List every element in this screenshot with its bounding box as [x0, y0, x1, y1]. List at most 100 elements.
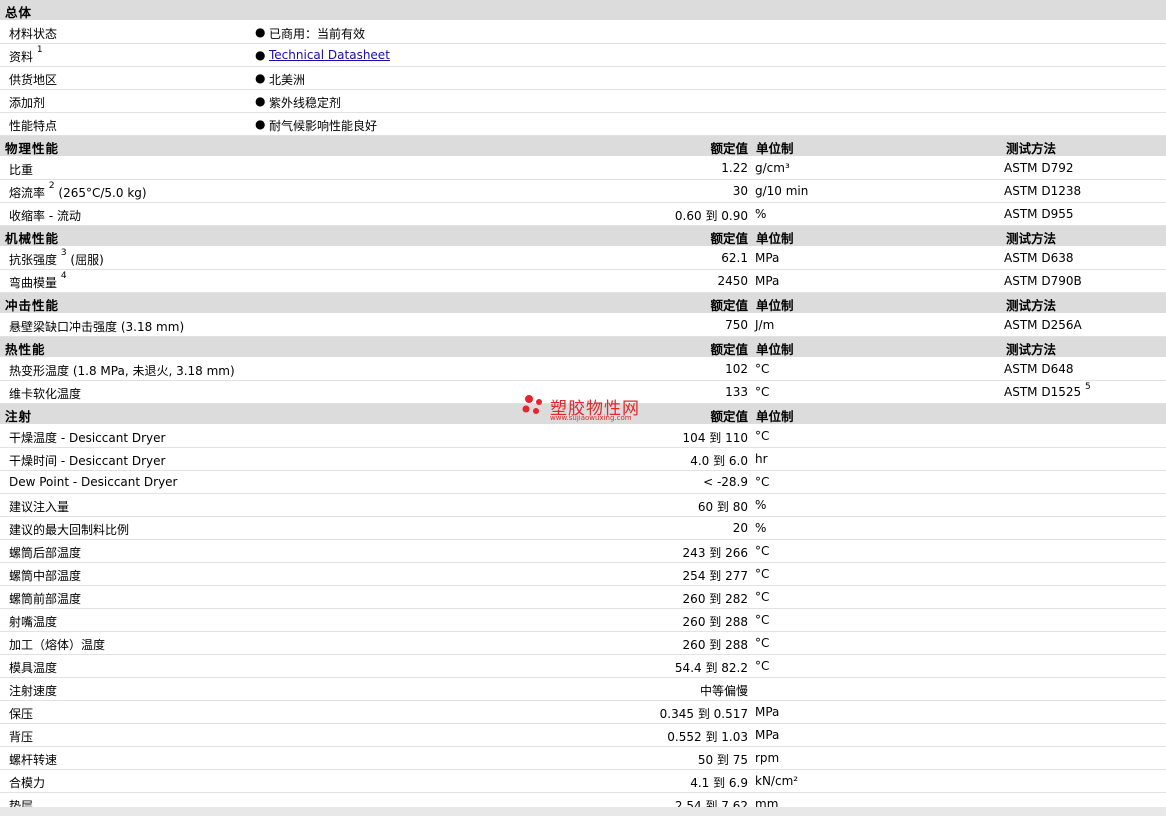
property-name: 抗张强度	[9, 253, 58, 267]
property-name: 背压	[9, 730, 34, 744]
injection-row: 注射速度 中等偏慢	[0, 678, 1166, 701]
property-name: 保压	[9, 707, 34, 721]
footnote-ref: 5	[1084, 382, 1091, 392]
column-header-value: 额定值	[710, 409, 748, 424]
property-value: 0.552 到 1.03	[667, 730, 748, 744]
property-name: 螺筒后部温度	[9, 546, 82, 560]
test-method-name: ASTM D792	[1004, 161, 1074, 175]
watermark-dots-icon	[522, 395, 542, 414]
injection-row: 螺杆转速 50 到 75 rpm	[0, 747, 1166, 770]
property-value: 62.1	[721, 251, 748, 265]
test-method-name: ASTM D790B	[1004, 274, 1082, 288]
property-label: 弯曲模量 4	[9, 271, 67, 291]
property-unit: °C	[755, 385, 770, 399]
injection-row: 建议的最大回制料比例 20%	[0, 517, 1166, 540]
section-thermal-header: 热性能 额定值 单位制 测试方法	[0, 337, 1166, 358]
property-name: 维卡软化温度	[9, 387, 82, 401]
property-value: 260 到 288	[682, 615, 748, 629]
property-value: 已商用：当前有效	[269, 27, 366, 41]
property-name: 添加剂	[9, 96, 46, 110]
injection-row: 干燥时间 - Desiccant Dryer 4.0 到 6.0 hr	[0, 448, 1166, 471]
property-value: 50 到 75	[697, 753, 748, 767]
property-unit: °C	[755, 613, 770, 627]
datasheet-link[interactable]: Technical Datasheet	[269, 48, 390, 62]
property-name: 干燥温度 - Desiccant Dryer	[9, 431, 166, 445]
property-value: 54.4 到 82.2	[674, 661, 748, 675]
section-physical-header: 物理性能 额定值 单位制 测试方法	[0, 136, 1166, 157]
property-value: 北美洲	[269, 73, 306, 87]
property-name: 弯曲模量	[9, 276, 58, 290]
section-title: 注射	[5, 409, 33, 424]
bottom-strip	[0, 807, 1166, 816]
test-method: ASTM D790B	[1004, 274, 1082, 288]
property-unit: MPa	[755, 251, 780, 265]
section-title: 机械性能	[5, 231, 60, 246]
property-unit: MPa	[755, 705, 780, 719]
test-method: ASTM D1238	[1004, 184, 1081, 198]
property-value: 4.1 到 6.9	[690, 776, 748, 790]
property-row: 收缩率 - 流动 0.60 到 0.90% ASTM D955	[0, 203, 1166, 226]
test-method: ASTM D1525 5	[1004, 382, 1091, 399]
watermark-logo: 塑胶物性网 www.sujiaowuxing.com	[520, 391, 650, 427]
general-row: 性能特点 ● 耐气候影响性能良好	[0, 113, 1166, 136]
test-method-name: ASTM D648	[1004, 362, 1074, 376]
injection-row: 模具温度 54.4 到 82.2 °C	[0, 655, 1166, 678]
property-unit: °C	[755, 544, 770, 558]
section-title: 冲击性能	[5, 298, 60, 313]
property-condition: (3.18 mm)	[120, 320, 185, 334]
property-value: 0.345 到 0.517	[659, 707, 748, 721]
property-unit: °C	[755, 590, 770, 604]
column-header-test-method: 测试方法	[1006, 298, 1057, 313]
property-value: 中等偏慢	[699, 684, 748, 698]
section-impact-header: 冲击性能 额定值 单位制 测试方法	[0, 293, 1166, 314]
column-header-value: 额定值	[710, 342, 748, 357]
property-label: 添加剂	[9, 94, 45, 111]
property-name: 加工（熔体）温度	[9, 638, 106, 652]
injection-row: 背压 0.552 到 1.03 MPa	[0, 724, 1166, 747]
property-label: 性能特点	[9, 117, 57, 134]
property-row: 抗张强度 3 (屈服) 62.1 MPa ASTM D638	[0, 247, 1166, 270]
injection-row: 螺筒后部温度 243 到 266 °C	[0, 540, 1166, 563]
footnote-ref: 1	[36, 45, 43, 55]
property-value: 2450	[717, 274, 748, 288]
property-name: 收缩率 - 流动	[9, 209, 81, 223]
property-value: 耐气候影响性能良好	[269, 119, 378, 133]
property-label: 抗张强度 3 (屈服)	[9, 248, 104, 268]
section-title: 物理性能	[5, 141, 60, 156]
column-header-unit: 单位制	[756, 342, 794, 357]
property-row: 热变形温度 (1.8 MPa, 未退火, 3.18 mm) 102 °C ASTM D…	[0, 358, 1166, 381]
property-value: 4.0 到 6.0	[690, 454, 748, 468]
property-name: 材料状态	[9, 27, 58, 41]
column-header-test-method: 测试方法	[1006, 342, 1057, 357]
property-row: 熔流率 2 (265°C/5.0 kg) 30 g/10 min ASTM D1238	[0, 180, 1166, 203]
property-label: 热变形温度 (1.8 MPa, 未退火, 3.18 mm)	[9, 362, 235, 379]
property-unit: MPa	[755, 274, 780, 288]
section-mechanical-header: 机械性能 额定值 单位制 测试方法	[0, 226, 1166, 247]
general-row: 资料 1 ● Technical Datasheet	[0, 44, 1166, 67]
property-label: 比重	[9, 161, 33, 178]
property-name: 熔流率	[9, 186, 46, 200]
property-name: 建议注入量	[9, 500, 70, 514]
property-value: 30	[732, 184, 748, 198]
property-unit: g/10 min	[755, 184, 809, 198]
property-row: 弯曲模量 4 2450 MPa ASTM D790B	[0, 270, 1166, 293]
property-unit: °C	[755, 636, 770, 650]
general-row: 材料状态 ● 已商用：当前有效	[0, 21, 1166, 44]
property-condition: (1.8 MPa, 未退火, 3.18 mm)	[72, 364, 235, 378]
property-name: 射嘴温度	[9, 615, 58, 629]
property-name: 注射速度	[9, 684, 58, 698]
footnote-ref: 2	[48, 181, 55, 191]
column-header-unit: 单位制	[756, 231, 794, 246]
property-value: 1.22	[721, 161, 748, 175]
property-name: 螺筒前部温度	[9, 592, 82, 606]
footnote-ref: 4	[60, 271, 67, 281]
injection-row: 保压 0.345 到 0.517 MPa	[0, 701, 1166, 724]
property-label: 供货地区	[9, 71, 57, 88]
property-name: 比重	[9, 163, 34, 177]
property-value: 102	[725, 362, 748, 376]
section-title: 总体	[5, 5, 33, 20]
test-method-name: ASTM D955	[1004, 207, 1074, 221]
property-unit: °C	[755, 567, 770, 581]
property-unit: °C	[755, 475, 770, 489]
property-unit: °C	[755, 659, 770, 673]
